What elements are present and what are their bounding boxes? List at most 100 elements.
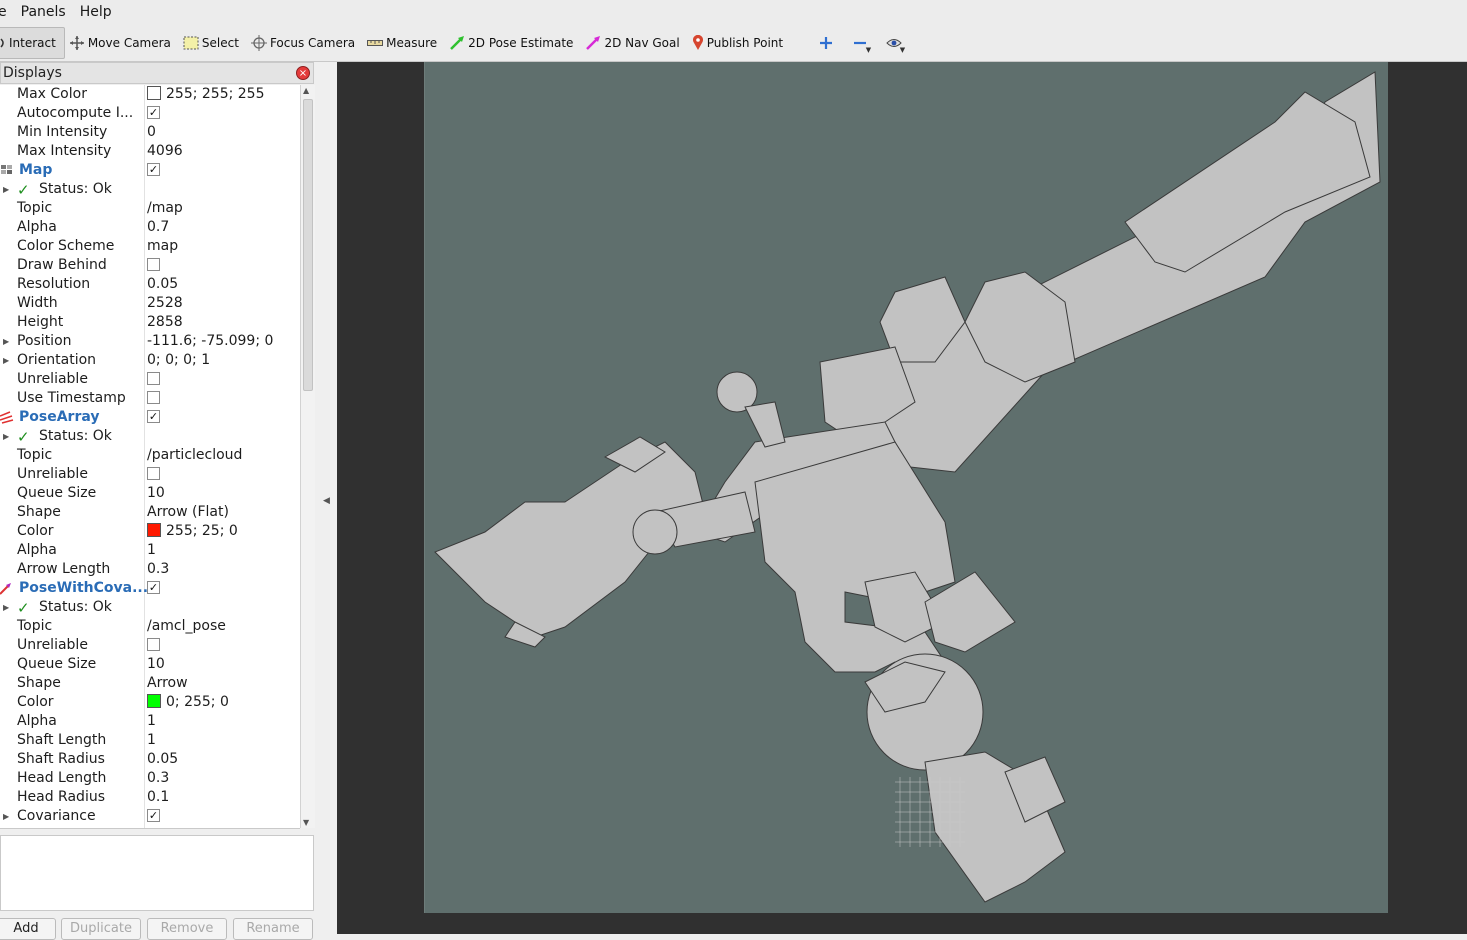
property-value[interactable]: 4096 bbox=[147, 142, 183, 161]
interact-tool-button[interactable]: Interact bbox=[0, 26, 65, 59]
property-value[interactable] bbox=[147, 389, 160, 408]
property-row-status-ok[interactable]: ▶ ✓ Status: Ok bbox=[0, 427, 300, 446]
checkbox[interactable]: ✓ bbox=[147, 162, 160, 176]
property-row-alpha[interactable]: Alpha 0.7 bbox=[0, 218, 300, 237]
property-value[interactable]: 0.3 bbox=[147, 769, 169, 788]
property-row-topic[interactable]: Topic/map bbox=[0, 199, 300, 218]
property-row-orientation[interactable]: ▶ Orientation 0; 0; 0; 1 bbox=[0, 351, 300, 370]
property-row-queue-size[interactable]: Queue Size 10 bbox=[0, 655, 300, 674]
property-value[interactable]: 255; 255; 255 bbox=[147, 85, 265, 104]
property-value[interactable]: /amcl_pose bbox=[147, 617, 226, 636]
property-value[interactable]: /map bbox=[147, 199, 183, 218]
expand-arrow-icon[interactable]: ▶ bbox=[3, 807, 9, 826]
property-value[interactable]: /particlecloud bbox=[147, 446, 242, 465]
property-value[interactable]: 1 bbox=[147, 731, 156, 750]
view-options-button[interactable]: ▼ bbox=[877, 28, 911, 58]
property-row-max-intensity[interactable]: Max Intensity 4096 bbox=[0, 142, 300, 161]
scroll-down-icon[interactable]: ▼ bbox=[303, 818, 309, 827]
property-row-posearray[interactable]: PoseArray ✓ bbox=[0, 408, 300, 427]
property-row-resolution[interactable]: Resolution 0.05 bbox=[0, 275, 300, 294]
property-row-queue-size[interactable]: Queue Size 10 bbox=[0, 484, 300, 503]
property-row-topic[interactable]: Topic/amcl_pose bbox=[0, 617, 300, 636]
property-value[interactable]: 0.3 bbox=[147, 560, 169, 579]
property-value[interactable]: 1 bbox=[147, 712, 156, 731]
property-row-autocompute-i[interactable]: Autocompute I... ✓ bbox=[0, 104, 300, 123]
property-value[interactable] bbox=[147, 636, 160, 655]
property-value[interactable]: Arrow bbox=[147, 674, 188, 693]
property-row-height[interactable]: Height 2858 bbox=[0, 313, 300, 332]
property-row-head-length[interactable]: Head Length 0.3 bbox=[0, 769, 300, 788]
color-swatch[interactable] bbox=[147, 86, 161, 100]
menu-help[interactable]: Help bbox=[74, 4, 120, 20]
property-row-unreliable[interactable]: Unreliable bbox=[0, 465, 300, 484]
property-row-alpha[interactable]: Alpha 1 bbox=[0, 541, 300, 560]
property-row-unreliable[interactable]: Unreliable bbox=[0, 370, 300, 389]
property-row-head-radius[interactable]: Head Radius 0.1 bbox=[0, 788, 300, 807]
move-camera-tool-button[interactable]: Move Camera bbox=[65, 28, 179, 58]
collapse-left-icon[interactable]: ◀ bbox=[323, 496, 330, 506]
duplicate-button[interactable]: Duplicate bbox=[61, 918, 141, 940]
pose-estimate-tool-button[interactable]: 2D Pose Estimate bbox=[445, 28, 581, 58]
property-value[interactable]: 10 bbox=[147, 484, 165, 503]
property-value[interactable] bbox=[147, 370, 160, 389]
property-value[interactable]: 0.05 bbox=[147, 750, 178, 769]
property-row-covariance[interactable]: ▶ Covariance ✓ bbox=[0, 807, 300, 826]
property-value[interactable]: ✓ bbox=[147, 807, 160, 826]
property-value[interactable]: 2858 bbox=[147, 313, 183, 332]
property-row-min-intensity[interactable]: Min Intensity 0 bbox=[0, 123, 300, 142]
expand-arrow-icon[interactable]: ▶ bbox=[3, 180, 9, 199]
property-value[interactable]: 0 bbox=[147, 123, 156, 142]
property-row-shaft-length[interactable]: Shaft Length 1 bbox=[0, 731, 300, 750]
focus-camera-tool-button[interactable]: Focus Camera bbox=[247, 28, 363, 58]
property-row-color[interactable]: Color 255; 25; 0 bbox=[0, 522, 300, 541]
property-value[interactable]: 0.05 bbox=[147, 275, 178, 294]
property-value[interactable]: 10 bbox=[147, 655, 165, 674]
property-value[interactable]: 0; 255; 0 bbox=[147, 693, 229, 712]
property-row-width[interactable]: Width 2528 bbox=[0, 294, 300, 313]
menu-file[interactable]: e bbox=[0, 4, 15, 20]
add-tool-button[interactable] bbox=[809, 28, 843, 58]
expand-arrow-icon[interactable]: ▶ bbox=[3, 332, 9, 351]
property-value[interactable] bbox=[147, 256, 160, 275]
property-row-shape[interactable]: Shape Arrow (Flat) bbox=[0, 503, 300, 522]
expand-arrow-icon[interactable]: ▶ bbox=[3, 427, 9, 446]
property-value[interactable] bbox=[147, 465, 160, 484]
checkbox[interactable]: ✓ bbox=[147, 808, 160, 822]
checkbox[interactable] bbox=[147, 257, 160, 271]
property-row-unreliable[interactable]: Unreliable bbox=[0, 636, 300, 655]
expand-arrow-icon[interactable]: ▶ bbox=[3, 351, 9, 370]
expand-arrow-icon[interactable]: ▶ bbox=[3, 598, 9, 617]
property-row-use-timestamp[interactable]: Use Timestamp bbox=[0, 389, 300, 408]
remove-tool-button[interactable]: ▼ bbox=[843, 28, 877, 58]
add-button[interactable]: Add bbox=[0, 918, 56, 940]
property-row-posewithcova[interactable]: PoseWithCova... ✓ bbox=[0, 579, 300, 598]
checkbox[interactable] bbox=[147, 390, 160, 404]
property-value[interactable]: ✓ bbox=[147, 161, 160, 180]
property-value[interactable]: ✓ bbox=[147, 408, 160, 427]
property-value[interactable]: ✓ bbox=[147, 579, 160, 598]
property-row-topic[interactable]: Topic/particlecloud bbox=[0, 446, 300, 465]
property-value[interactable]: -111.6; -75.099; 0 bbox=[147, 332, 273, 351]
checkbox[interactable] bbox=[147, 371, 160, 385]
close-icon[interactable]: × bbox=[296, 66, 310, 80]
property-value[interactable]: ✓ bbox=[147, 104, 160, 123]
property-value[interactable]: Arrow (Flat) bbox=[147, 503, 229, 522]
property-value[interactable]: 1 bbox=[147, 541, 156, 560]
remove-button[interactable]: Remove bbox=[147, 918, 227, 940]
select-tool-button[interactable]: Select bbox=[179, 28, 247, 58]
measure-tool-button[interactable]: Measure bbox=[363, 28, 445, 58]
property-row-arrow-length[interactable]: Arrow Length 0.3 bbox=[0, 560, 300, 579]
panel-splitter[interactable]: ◀ bbox=[316, 62, 337, 934]
checkbox[interactable] bbox=[147, 637, 160, 651]
property-row-alpha[interactable]: Alpha 1 bbox=[0, 712, 300, 731]
property-value[interactable]: 2528 bbox=[147, 294, 183, 313]
property-row-draw-behind[interactable]: Draw Behind bbox=[0, 256, 300, 275]
property-value[interactable]: 0.1 bbox=[147, 788, 169, 807]
property-row-map[interactable]: Map ✓ bbox=[0, 161, 300, 180]
property-row-status-ok[interactable]: ▶ ✓ Status: Ok bbox=[0, 180, 300, 199]
nav-goal-tool-button[interactable]: 2D Nav Goal bbox=[581, 28, 687, 58]
checkbox[interactable] bbox=[147, 466, 160, 480]
property-row-max-color[interactable]: Max Color 255; 255; 255 bbox=[0, 85, 300, 104]
property-value[interactable]: map bbox=[147, 237, 178, 256]
checkbox[interactable]: ✓ bbox=[147, 105, 160, 119]
